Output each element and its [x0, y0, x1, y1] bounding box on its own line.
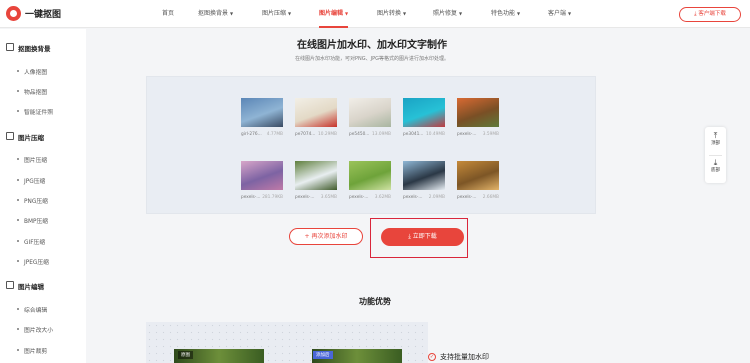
file-name: pexels-... — [457, 195, 477, 200]
file-name: girl-276... — [241, 132, 262, 137]
edit-icon — [6, 281, 14, 289]
nav-item-image-compress[interactable]: 图片压缩 ▼ — [262, 0, 291, 28]
image-workarea: girl-276... 4.77MB pe7074... 10.29MB pe545… — [146, 76, 596, 214]
chevron-down-icon: ▼ — [230, 11, 234, 16]
thumbnail-image — [457, 161, 499, 190]
top-navbar: 一键抠图 首页 抠图换背景 ▼ 图片压缩 ▼ 图片编辑 ▼ 图片转换 ▼ 照片修复 ▼ 特… — [0, 0, 750, 28]
nav-item-home[interactable]: 首页 — [162, 0, 174, 28]
sidebar-item-jpg-compress[interactable]: JPG压缩 — [16, 176, 45, 185]
nav-item-image-convert[interactable]: 图片转换 ▼ — [377, 0, 406, 28]
feature-batch-watermark: ✓ 支持批量加水印 — [428, 353, 489, 361]
file-size: 3.65MB — [320, 195, 337, 200]
file-name: pe3041... — [403, 132, 424, 137]
compress-icon — [6, 132, 14, 140]
chevron-down-icon: ▼ — [568, 11, 572, 16]
scroll-top-button[interactable]: ⤒ 顶部 — [705, 131, 726, 146]
nav-item-image-edit[interactable]: 图片编辑 ▼ — [319, 0, 349, 28]
sidebar-item-id-photo[interactable]: 智能证件照 — [17, 107, 53, 116]
sidebar-item-resize[interactable]: 图片改大小 — [17, 325, 53, 334]
sidebar-item-bmp-compress[interactable]: BMP压缩 — [16, 216, 48, 225]
image-thumbnail[interactable]: pexels-... 3.62MB — [349, 161, 391, 200]
preview-tag-watermark: 添加后 — [313, 351, 333, 359]
sidebar-item-gif-compress[interactable]: GIF压缩 — [16, 237, 45, 246]
file-size: 4.77MB — [266, 132, 283, 137]
file-size: 10.49MB — [426, 132, 445, 137]
file-size: 281.79KB — [262, 195, 283, 200]
logo-icon — [6, 6, 21, 21]
thumbnail-image — [241, 98, 283, 127]
nav-item-features[interactable]: 特色功能 ▼ — [491, 0, 520, 28]
preview-tag-original: 原图 — [178, 351, 193, 359]
divider — [709, 155, 722, 156]
thumbnail-image — [457, 98, 499, 127]
page-subtitle: 在线图片加水印功能，可对PNG、JPG等格式的图片进行加水印处理。 — [295, 56, 449, 62]
image-icon — [6, 43, 14, 51]
chevron-down-icon: ▼ — [288, 11, 292, 16]
scroll-bottom-button[interactable]: ⤓ 底部 — [705, 158, 726, 173]
client-download-button[interactable]: ⤓ 客户端下载 — [679, 7, 741, 22]
file-size: 3.59MB — [482, 132, 499, 137]
floating-scroll-widget: ⤒ 顶部 ⤓ 底部 — [705, 127, 726, 183]
file-name: pe7074... — [295, 132, 316, 137]
image-thumbnail[interactable]: pe7074... 10.29MB — [295, 98, 337, 137]
image-thumbnail[interactable]: pexels-... 2.66MB — [457, 161, 499, 200]
sidebar-item-crop[interactable]: 图片裁剪 — [16, 346, 47, 355]
image-thumbnail[interactable]: pexels-... 2.09MB — [403, 161, 445, 200]
sidebar-section-compress: 图片压缩 — [6, 132, 44, 142]
advantages-title: 功能优势 — [359, 297, 391, 306]
thumbnail-image — [349, 161, 391, 190]
add-watermark-again-button[interactable]: + 再次添加水印 — [289, 228, 363, 245]
file-name: pexels-... — [457, 132, 477, 137]
sidebar: 抠图换背景 人像抠图 物品抠图 智能证件照 图片压缩 图片压缩 JPG压缩 PN… — [0, 29, 86, 363]
file-name: pexels-... — [403, 195, 423, 200]
thumbnail-image — [295, 161, 337, 190]
chevron-down-icon: ▼ — [345, 11, 349, 16]
thumbnail-image — [349, 98, 391, 127]
arrow-up-icon: ⤒ — [713, 131, 718, 140]
chevron-down-icon: ▼ — [459, 11, 463, 16]
logo[interactable]: 一键抠图 — [6, 6, 61, 21]
sidebar-item-portrait-cutout[interactable]: 人像抠图 — [16, 67, 47, 76]
file-size: 3.62MB — [374, 195, 391, 200]
highlight-box — [370, 218, 468, 258]
file-size: 13.09MB — [372, 132, 391, 137]
check-circle-icon: ✓ — [428, 353, 436, 361]
nav-item-client[interactable]: 客户端 ▼ — [548, 0, 571, 28]
sidebar-section-edit: 图片编辑 — [6, 281, 44, 291]
nav-item-photo-restore[interactable]: 照片修复 ▼ — [433, 0, 462, 28]
image-thumbnail[interactable]: pexels-... 3.65MB — [295, 161, 337, 200]
nav-item-cutout-background[interactable]: 抠图换背景 ▼ — [198, 0, 233, 28]
thumbnail-image — [403, 161, 445, 190]
file-size: 10.29MB — [318, 132, 337, 137]
file-size: 2.09MB — [428, 195, 445, 200]
image-thumbnail[interactable]: pe5450... 13.09MB — [349, 98, 391, 137]
logo-text: 一键抠图 — [25, 10, 62, 20]
file-name: pexels-... — [295, 195, 315, 200]
image-thumbnail[interactable]: pexels-... 3.59MB — [457, 98, 499, 137]
arrow-down-icon: ⤓ — [713, 158, 718, 167]
chevron-down-icon: ▼ — [517, 11, 521, 16]
thumbnail-image — [295, 98, 337, 127]
thumbnail-image — [403, 98, 445, 127]
thumbnail-image — [241, 161, 283, 190]
image-thumbnail[interactable]: girl-276... 4.77MB — [241, 98, 283, 137]
sidebar-item-image-compress[interactable]: 图片压缩 — [16, 155, 47, 164]
sidebar-section-cutout: 抠图换背景 — [6, 43, 51, 53]
file-size: 2.66MB — [482, 195, 499, 200]
sidebar-item-object-cutout[interactable]: 物品抠图 — [16, 87, 47, 96]
sidebar-item-comprehensive-edit[interactable]: 综合编辑 — [16, 305, 47, 314]
chevron-down-icon: ▼ — [403, 11, 407, 16]
sidebar-item-jpeg-compress[interactable]: JPEG压缩 — [17, 257, 49, 266]
file-name: pe5450... — [349, 132, 370, 137]
file-name: pexels-... — [241, 195, 261, 200]
page-title: 在线图片加水印、加水印文字制作 — [297, 40, 447, 51]
sidebar-item-png-compress[interactable]: PNG压缩 — [17, 196, 48, 205]
image-thumbnail[interactable]: pe3041... 10.49MB — [403, 98, 445, 137]
image-thumbnail[interactable]: pexels-... 281.79KB — [241, 161, 283, 200]
file-name: pexels-... — [349, 195, 369, 200]
